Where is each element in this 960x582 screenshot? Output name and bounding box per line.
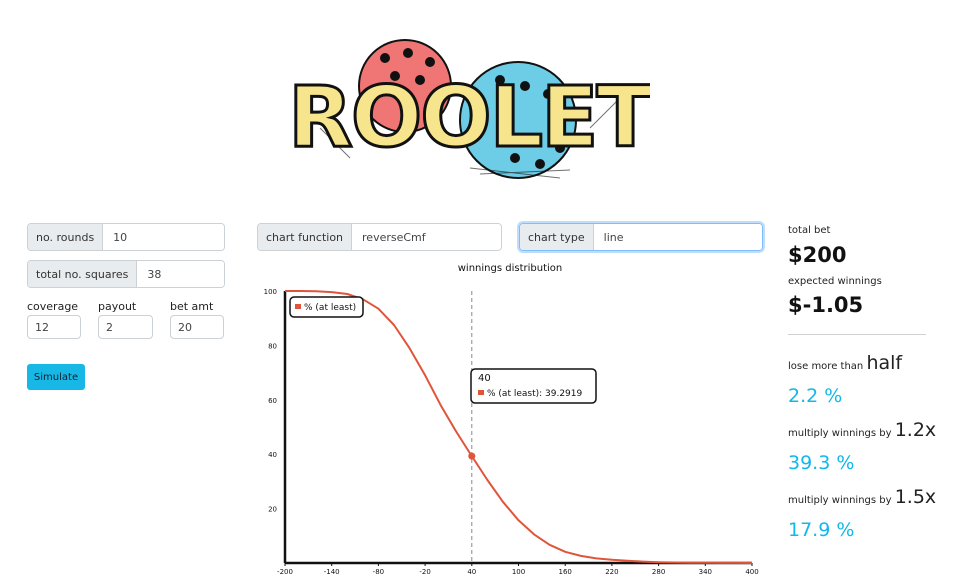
stat-row-1-2x-prefix: multiply winnings by	[788, 428, 892, 439]
chart-type-input[interactable]	[593, 224, 762, 250]
legend-label: % (at least)	[304, 303, 356, 313]
legend-swatch	[295, 304, 301, 309]
chart-type-group: chart type	[519, 223, 763, 251]
stats-divider	[788, 334, 926, 335]
bet-amt-input[interactable]	[170, 315, 224, 339]
squares-input-group: total no. squares	[27, 260, 225, 288]
x-tick-label: -200	[277, 568, 293, 576]
total-bet-value: $200	[788, 243, 847, 267]
x-tick-label: 340	[699, 568, 712, 576]
coverage-label: coverage	[27, 300, 79, 313]
chart-type-label: chart type	[520, 224, 594, 250]
stat-1-5x-value: 17.9 %	[788, 519, 855, 541]
rounds-input-group: no. rounds	[27, 223, 225, 251]
x-tick-label: 40	[467, 568, 476, 576]
y-tick-label: 100	[264, 288, 277, 296]
stat-row-half-prefix: lose more than	[788, 361, 864, 372]
total-bet-label: total bet	[788, 225, 831, 236]
x-tick-label: 220	[605, 568, 618, 576]
stat-half-value: 2.2 %	[788, 385, 843, 407]
stat-row-1-2x-emph: 1.2x	[894, 419, 937, 441]
tooltip-series-value: % (at least): 39.2919	[487, 389, 582, 399]
stat-row-1-5x-prefix: multiply winnings by	[788, 495, 892, 506]
stat-row-half: lose more than half	[788, 352, 902, 374]
y-tick-label: 40	[268, 451, 277, 459]
payout-label: payout	[98, 300, 137, 313]
x-tick-label: 160	[559, 568, 572, 576]
payout-input[interactable]	[98, 315, 153, 339]
stat-row-1-5x: multiply winnings by 1.5x	[788, 486, 936, 508]
stat-row-half-emph: half	[866, 352, 903, 374]
logo-text: ROOLET	[290, 68, 650, 166]
chart-function-label: chart function	[258, 224, 353, 250]
hover-point	[468, 452, 476, 460]
x-tick-label: 100	[512, 568, 525, 576]
y-tick-label: 20	[268, 506, 277, 514]
rounds-label: no. rounds	[28, 224, 104, 250]
stat-1-2x-value: 39.3 %	[788, 452, 855, 474]
bet-amt-label: bet amt	[170, 300, 214, 313]
winnings-chart: winnings distribution 100 20 40 60 80 -200 -14…	[264, 263, 759, 576]
chart-function-input[interactable]	[352, 224, 501, 250]
x-tick-label: -140	[324, 568, 340, 576]
simulate-button[interactable]: Simulate	[27, 364, 85, 390]
chart-legend: % (at least)	[289, 296, 364, 318]
y-tick-label: 80	[268, 342, 277, 350]
chart-title: winnings distribution	[458, 263, 562, 274]
x-tick-label: -20	[419, 568, 430, 576]
stat-row-1-5x-emph: 1.5x	[894, 486, 937, 508]
stat-row-1-2x: multiply winnings by 1.2x	[788, 419, 936, 441]
tooltip-x-value: 40	[478, 373, 491, 384]
y-tick-label: 60	[268, 397, 277, 405]
rounds-input[interactable]	[103, 224, 224, 250]
tooltip-swatch	[478, 390, 484, 395]
hover-tooltip: 40 % (at least): 39.2919	[470, 368, 597, 404]
expected-winnings-value: $-1.05	[788, 293, 864, 317]
chart-function-group: chart function	[257, 223, 502, 251]
roolet-logo: ROOLET	[290, 39, 650, 179]
squares-input[interactable]	[137, 261, 224, 287]
x-tick-label: 400	[745, 568, 758, 576]
x-tick-label: 280	[652, 568, 665, 576]
series-line	[285, 290, 753, 564]
squares-label: total no. squares	[28, 261, 138, 287]
coverage-input[interactable]	[27, 315, 81, 339]
expected-winnings-label: expected winnings	[788, 276, 882, 287]
x-tick-label: -80	[373, 568, 384, 576]
